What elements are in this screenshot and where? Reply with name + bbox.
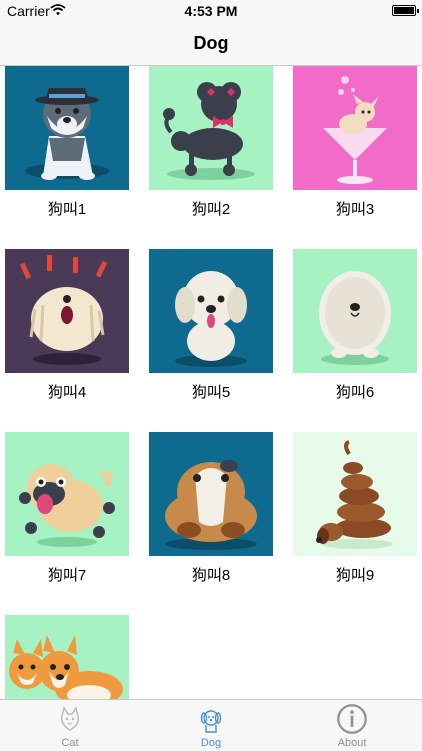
dog-label: 狗叫9: [335, 567, 375, 584]
dog-cell-4[interactable]: 狗叫4: [5, 249, 129, 401]
tab-bar: Cat Dog About: [0, 699, 422, 751]
tab-cat-label: Cat: [61, 737, 79, 749]
dog-label: 狗叫2: [191, 201, 231, 218]
fluffy-sheepdog-icon[interactable]: [293, 249, 417, 373]
tab-about[interactable]: About: [282, 700, 422, 751]
tab-dog-label: Dog: [200, 737, 222, 749]
dog-label: 狗叫7: [47, 567, 87, 584]
chihuahua-in-martini-glass-icon[interactable]: [293, 66, 417, 190]
dog-label: 狗叫8: [191, 567, 231, 584]
dog-cell-8[interactable]: 狗叫8: [149, 432, 273, 584]
dog-cell-9[interactable]: 狗叫9: [293, 432, 417, 584]
dog-label: 狗叫6: [335, 384, 375, 401]
bulldog-icon[interactable]: [149, 432, 273, 556]
battery-icon: [392, 5, 419, 16]
dog-label: 狗叫1: [47, 201, 87, 218]
dog-cell-5[interactable]: 狗叫5: [149, 249, 273, 401]
dog-cell-6[interactable]: 狗叫6: [293, 249, 417, 401]
dog-icon: [200, 710, 222, 733]
tab-about-label: About: [337, 737, 367, 749]
dog-cell-2[interactable]: 狗叫2: [149, 66, 273, 218]
navigation-bar: Dog: [0, 22, 422, 66]
dog-label: 狗叫3: [335, 201, 375, 218]
poodle-dog-icon[interactable]: [149, 66, 273, 190]
status-bar: Carrier 4:53 PM: [0, 0, 422, 22]
barking-komondor-dog-icon[interactable]: [5, 249, 129, 373]
dog-cell-1[interactable]: 狗叫1: [5, 66, 129, 218]
pug-dog-icon[interactable]: [5, 432, 129, 556]
info-icon: [337, 704, 367, 734]
corgi-dogs-icon[interactable]: [5, 615, 129, 699]
page-title: Dog: [193, 33, 229, 53]
dachshund-dog-icon[interactable]: [293, 432, 417, 556]
tab-dog[interactable]: Dog: [141, 700, 281, 751]
dog-cell-10[interactable]: [5, 615, 129, 699]
dog-cell-7[interactable]: 狗叫7: [5, 432, 129, 584]
dog-label: 狗叫4: [47, 384, 87, 401]
tab-cat[interactable]: Cat: [0, 700, 140, 751]
status-time: 4:53 PM: [184, 3, 238, 19]
dog-label: 狗叫5: [191, 384, 231, 401]
dog-cell-3[interactable]: 狗叫3: [293, 66, 417, 218]
husky-dog-icon[interactable]: [5, 66, 129, 190]
dog-sound-grid: 狗叫1 狗叫2 狗叫3 狗叫4 狗叫5 狗叫6 狗叫7 狗叫8 狗叫9: [0, 66, 422, 699]
cat-icon: [60, 706, 80, 731]
maltese-dog-icon[interactable]: [149, 249, 273, 373]
